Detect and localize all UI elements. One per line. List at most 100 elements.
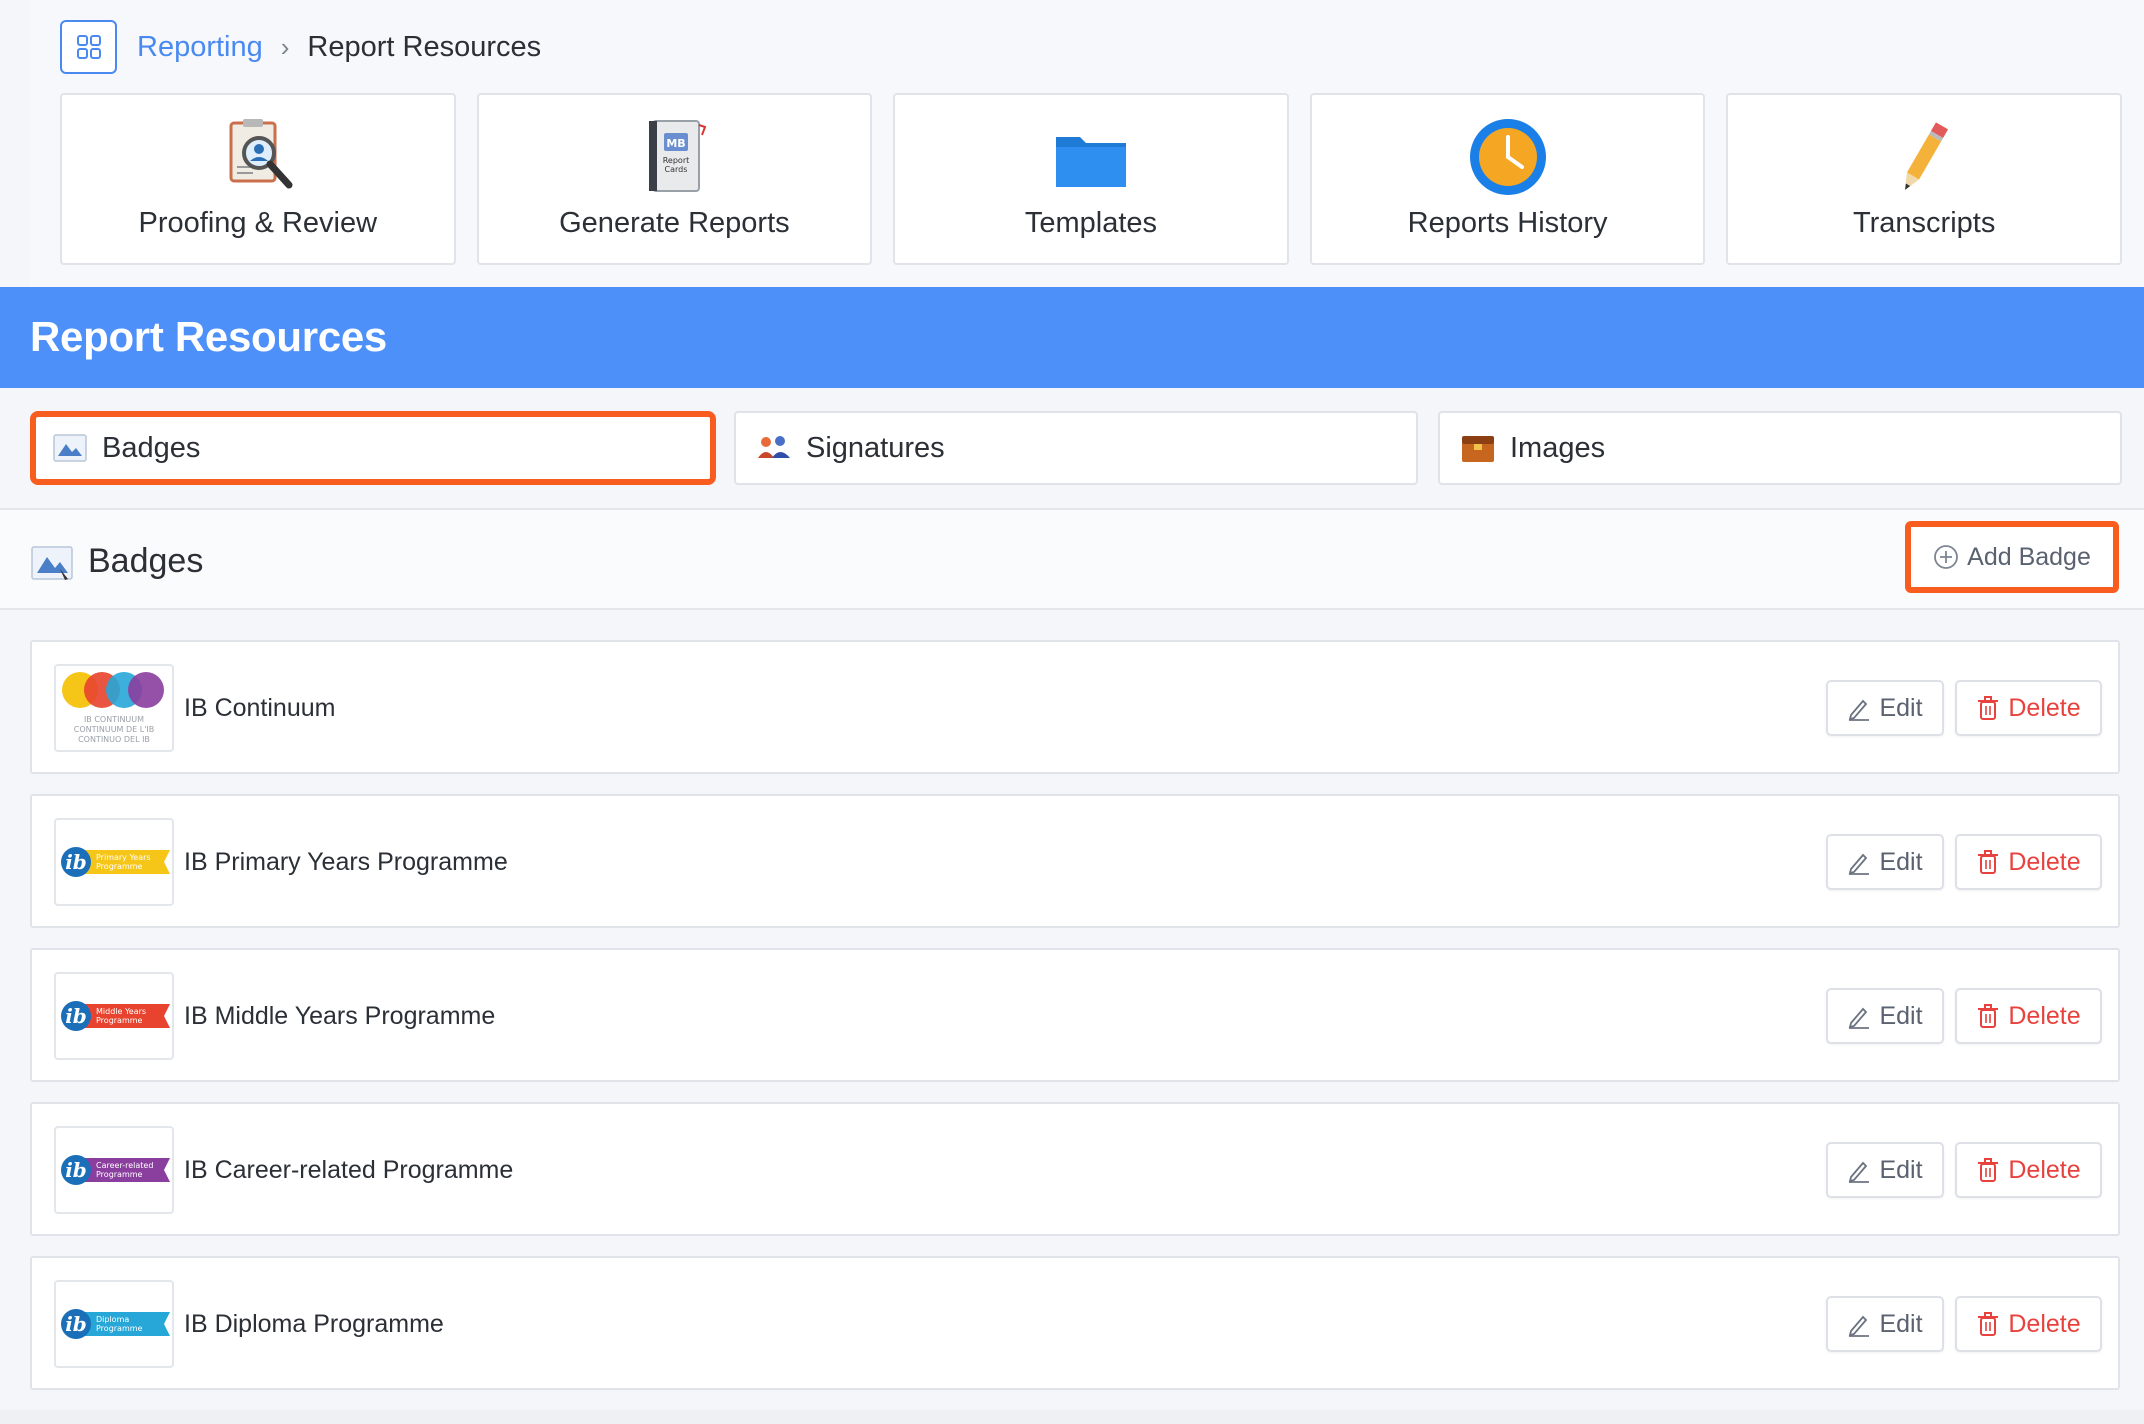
tab-images[interactable]: Images — [1438, 411, 2122, 485]
edit-label: Edit — [1879, 1155, 1923, 1184]
footer-band — [0, 1410, 2144, 1424]
badge-thumbnail[interactable]: ib Primary Years Programme — [54, 818, 174, 906]
apps-grid-button[interactable] — [60, 20, 117, 74]
edit-button[interactable]: Edit — [1826, 1142, 1944, 1198]
badge-name: IB Career-related Programme — [184, 1156, 514, 1184]
tab-label: Signatures — [806, 431, 945, 464]
ib-cp-logo-icon: ib Career-related Programme — [61, 1155, 170, 1185]
thumb-line: Programme — [96, 1170, 143, 1179]
svg-text:ib: ib — [65, 1004, 87, 1028]
edit-label: Edit — [1879, 1001, 1923, 1030]
tile-templates[interactable]: Templates — [893, 93, 1289, 265]
badge-image-icon — [31, 546, 73, 580]
thumb-line: Career-related — [96, 1161, 153, 1170]
ib-pyp-logo-icon: ib Primary Years Programme — [61, 847, 170, 877]
image-chest-icon — [1462, 436, 1494, 462]
tile-label: Templates — [1024, 207, 1158, 239]
thumb-line: IB CONTINUUM — [84, 715, 144, 724]
list-item: ib Primary Years Programme IB Primary Ye… — [30, 794, 2120, 928]
folder-icon — [1055, 137, 1126, 187]
thumb-line: CONTINUUM DE L'IB — [74, 725, 155, 734]
delete-label: Delete — [2008, 1001, 2081, 1030]
delete-button[interactable]: Delete — [1955, 1142, 2102, 1198]
delete-label: Delete — [2008, 1309, 2081, 1338]
badge-name: IB Continuum — [184, 694, 336, 722]
thumb-line: CONTINUO DEL IB — [78, 735, 150, 744]
page-header-banner: Report Resources — [0, 287, 2144, 388]
list-item: IB CONTINUUM CONTINUUM DE L'IB CONTINUO … — [30, 640, 2120, 774]
report-cards-notebook-icon: MB Report Cards — [649, 120, 707, 192]
delete-button[interactable]: Delete — [1955, 680, 2102, 736]
ib-myp-logo-icon: ib Middle Years Programme — [61, 1001, 170, 1031]
trash-icon — [1978, 696, 1999, 720]
tab-signatures[interactable]: Signatures — [734, 411, 1418, 485]
edit-button[interactable]: Edit — [1826, 834, 1944, 890]
breadcrumb: Reporting › Report Resources — [60, 20, 541, 74]
reporting-tiles: Proofing & Review MB Report Cards Genera… — [60, 93, 2122, 265]
tile-label: Transcripts — [1853, 207, 1996, 239]
breadcrumb-reporting-link[interactable]: Reporting — [137, 31, 263, 64]
thumb-line: Diploma — [96, 1315, 129, 1324]
top-navigation-area: Reporting › Report Resources Proofing & … — [30, 0, 2144, 287]
badge-thumbnail[interactable]: ib Diploma Programme — [54, 1280, 174, 1368]
people-signature-icon — [758, 436, 790, 458]
edit-button[interactable]: Edit — [1826, 680, 1944, 736]
pencil-edit-icon — [1849, 1007, 1870, 1029]
badge-name: IB Middle Years Programme — [184, 1002, 496, 1030]
trash-icon — [1978, 1312, 1999, 1336]
section-title: Badges — [88, 542, 204, 580]
svg-text:Report: Report — [663, 156, 690, 165]
proofing-magnifier-icon — [229, 119, 293, 189]
tab-label: Badges — [102, 431, 201, 464]
thumb-line: Programme — [96, 1324, 143, 1333]
pencil-edit-icon — [1849, 1161, 1870, 1183]
edit-label: Edit — [1879, 693, 1923, 722]
delete-button[interactable]: Delete — [1955, 988, 2102, 1044]
resource-tabs: Badges Signatures Images — [0, 388, 2144, 508]
delete-button[interactable]: Delete — [1955, 1296, 2102, 1352]
ib-dp-logo-icon: ib Diploma Programme — [61, 1309, 170, 1339]
badge-name: IB Primary Years Programme — [184, 848, 508, 876]
clock-icon — [1469, 119, 1546, 195]
tile-transcripts[interactable]: Transcripts — [1726, 93, 2122, 265]
add-badge-label: Add Badge — [1967, 542, 2091, 571]
badges-section-header: Badges Add Badge — [0, 508, 2144, 610]
trash-icon — [1978, 1004, 1999, 1028]
list-item: ib Diploma Programme IB Diploma Programm… — [30, 1256, 2120, 1390]
trash-icon — [1978, 850, 1999, 874]
list-item: ib Middle Years Programme IB Middle Year… — [30, 948, 2120, 1082]
badge-thumbnail[interactable]: ib Career-related Programme — [54, 1126, 174, 1214]
delete-label: Delete — [2008, 693, 2081, 722]
delete-label: Delete — [2008, 1155, 2081, 1184]
svg-text:ib: ib — [65, 850, 87, 874]
delete-button[interactable]: Delete — [1955, 834, 2102, 890]
add-badge-button[interactable]: Add Badge — [1905, 521, 2119, 593]
tile-label: Proofing & Review — [138, 207, 378, 239]
badges-list: IB CONTINUUM CONTINUUM DE L'IB CONTINUO … — [30, 640, 2120, 1410]
tab-badges[interactable]: Badges — [30, 411, 716, 485]
tile-proofing-review[interactable]: Proofing & Review — [60, 93, 456, 265]
svg-text:ib: ib — [65, 1158, 87, 1182]
thumb-line: Primary Years — [96, 853, 151, 862]
trash-icon — [1978, 1158, 1999, 1182]
tab-label: Images — [1510, 431, 1606, 464]
pencil-edit-icon — [1849, 1315, 1870, 1337]
tile-label: Generate Reports — [559, 207, 790, 239]
svg-text:MB: MB — [667, 137, 686, 150]
badge-thumbnail[interactable]: IB CONTINUUM CONTINUUM DE L'IB CONTINUO … — [54, 664, 174, 752]
plus-circle-icon — [1934, 545, 1959, 569]
edit-button[interactable]: Edit — [1826, 988, 1944, 1044]
tile-generate-reports[interactable]: MB Report Cards Generate Reports — [476, 93, 873, 265]
thumb-line: Programme — [96, 862, 143, 871]
svg-text:ib: ib — [65, 1312, 87, 1336]
thumb-line: Middle Years — [96, 1007, 146, 1016]
thumb-line: Programme — [96, 1016, 143, 1025]
tile-reports-history[interactable]: Reports History — [1309, 93, 1706, 265]
badge-name: IB Diploma Programme — [184, 1310, 444, 1338]
list-item: ib Career-related Programme IB Career-re… — [30, 1102, 2120, 1236]
pencil-icon — [1905, 122, 1949, 190]
ib-continuum-logo-icon: IB CONTINUUM CONTINUUM DE L'IB CONTINUO … — [62, 672, 164, 744]
edit-button[interactable]: Edit — [1826, 1296, 1944, 1352]
badge-thumbnail[interactable]: ib Middle Years Programme — [54, 972, 174, 1060]
svg-text:Cards: Cards — [665, 165, 688, 174]
